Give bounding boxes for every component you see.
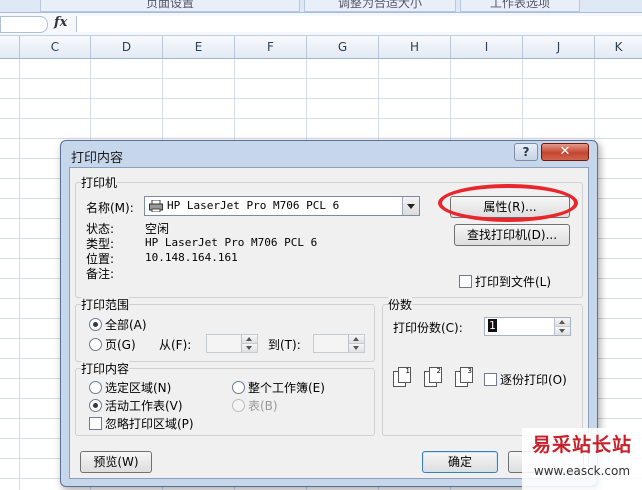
printer-name-label: 名称(M): [86, 201, 134, 215]
corner-cell[interactable] [0, 36, 20, 58]
ribbon-label: 调整为合适大小 [337, 0, 422, 10]
active-sheets-radio[interactable] [89, 399, 102, 412]
range-pages-radio[interactable] [89, 338, 102, 351]
help-button[interactable]: ? [514, 143, 538, 161]
from-page-spinner[interactable] [206, 334, 258, 353]
column-header[interactable]: E [163, 36, 235, 58]
ribbon-label: 页面设置 [145, 0, 194, 10]
ribbon-strip: 页面设置 调整为合适大小 工作表选项 [0, 0, 642, 13]
column-header[interactable]: K [595, 36, 642, 58]
watermark-url: www.easck.com [533, 464, 631, 478]
grid-line [19, 59, 20, 490]
column-header[interactable]: D [91, 36, 163, 58]
active-sheets-label: 活动工作表(V) [105, 399, 183, 413]
collate-label: 逐份打印(O) [500, 373, 567, 387]
ignore-print-area-checkbox[interactable] [89, 417, 102, 430]
column-header[interactable]: C [20, 36, 91, 58]
watermark: 易采站长站 www.easck.com [522, 428, 642, 490]
table-label: 表(B) [248, 399, 278, 413]
copies-count-spinner[interactable]: 1 [484, 317, 571, 336]
printer-name-value: HP LaserJet Pro M706 PCL 6 [167, 199, 340, 212]
comment-label: 备注: [86, 267, 115, 281]
chevron-down-icon[interactable] [402, 197, 419, 215]
type-value: HP LaserJet Pro M706 PCL 6 [145, 236, 318, 249]
entire-workbook-radio[interactable] [232, 381, 245, 394]
dialog-title: 打印内容 [71, 151, 124, 166]
location-value: 10.148.164.161 [145, 251, 238, 264]
copies-group-label: 份数 [388, 296, 413, 313]
formula-bar: fx [0, 13, 642, 36]
column-header[interactable]: I [451, 36, 523, 58]
highlight-ellipse [438, 184, 578, 222]
to-label: 到(T): [268, 338, 301, 352]
name-box[interactable] [0, 16, 48, 33]
ok-button[interactable]: 确定 [422, 451, 498, 473]
find-printer-button[interactable]: 查找打印机(D)... [454, 224, 570, 246]
column-header[interactable]: H [379, 36, 451, 58]
print-what-group-label: 打印内容 [81, 360, 130, 377]
copies-count-label: 打印份数(C): [393, 321, 463, 335]
print-to-file-checkbox[interactable] [459, 275, 472, 288]
ribbon-label: 工作表选项 [489, 0, 550, 10]
column-header[interactable]: F [235, 36, 307, 58]
ribbon-group-scale-to-fit[interactable]: 调整为合适大小 [304, 0, 456, 12]
close-button[interactable]: ✕ [541, 143, 589, 161]
spin-buttons[interactable] [241, 335, 257, 352]
copies-count-value[interactable]: 1 [488, 319, 497, 332]
formula-input[interactable] [76, 16, 642, 32]
table-radio[interactable] [232, 399, 245, 412]
selection-label: 选定区域(N) [105, 381, 172, 395]
entire-workbook-label: 整个工作簿(E) [248, 381, 325, 395]
printer-icon [149, 200, 163, 212]
spin-buttons[interactable] [348, 335, 364, 352]
to-page-spinner[interactable] [313, 334, 365, 353]
print-to-file-label: 打印到文件(L) [475, 275, 552, 289]
fx-icon[interactable]: fx [54, 15, 67, 30]
print-range-group-label: 打印范围 [81, 296, 130, 313]
selection-radio[interactable] [89, 381, 102, 394]
printer-group-label: 打印机 [81, 174, 118, 191]
column-header[interactable]: J [523, 36, 595, 58]
range-all-radio[interactable] [89, 318, 102, 331]
collate-pages-icon: 33 [455, 367, 473, 387]
spin-buttons[interactable] [554, 318, 570, 335]
status-value: 空闲 [145, 222, 170, 236]
ribbon-group-sheet-options[interactable]: 工作表选项 [460, 0, 580, 12]
collate-checkbox[interactable] [484, 373, 497, 386]
from-label: 从(F): [159, 338, 192, 352]
column-header-row: C D E F G H I J K [0, 36, 642, 59]
watermark-brand: 易采站长站 [531, 434, 632, 456]
printer-name-combobox[interactable]: HP LaserJet Pro M706 PCL 6 [144, 196, 420, 216]
ignore-print-area-label: 忽略打印区域(P) [105, 417, 194, 431]
preview-button[interactable]: 预览(W) [80, 451, 152, 473]
collate-pages-icon: 11 [393, 367, 411, 387]
range-pages-label: 页(G) [105, 338, 136, 352]
collate-pages-icon: 22 [424, 367, 442, 387]
ribbon-group-page-setup[interactable]: 页面设置 [40, 0, 300, 12]
column-header[interactable]: G [307, 36, 379, 58]
range-all-label: 全部(A) [105, 318, 147, 332]
